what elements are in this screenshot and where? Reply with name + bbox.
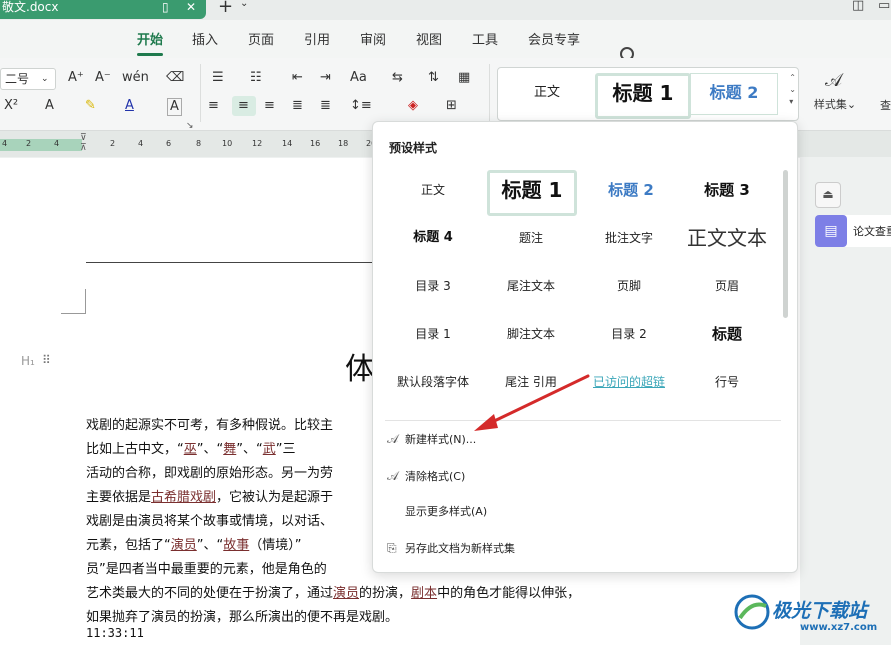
watermark-text: 极光下载站 (772, 600, 868, 622)
watermark-logo-icon (734, 594, 770, 630)
annotation-arrow (474, 374, 590, 431)
watermark-url: www.xz7.com (800, 622, 878, 633)
